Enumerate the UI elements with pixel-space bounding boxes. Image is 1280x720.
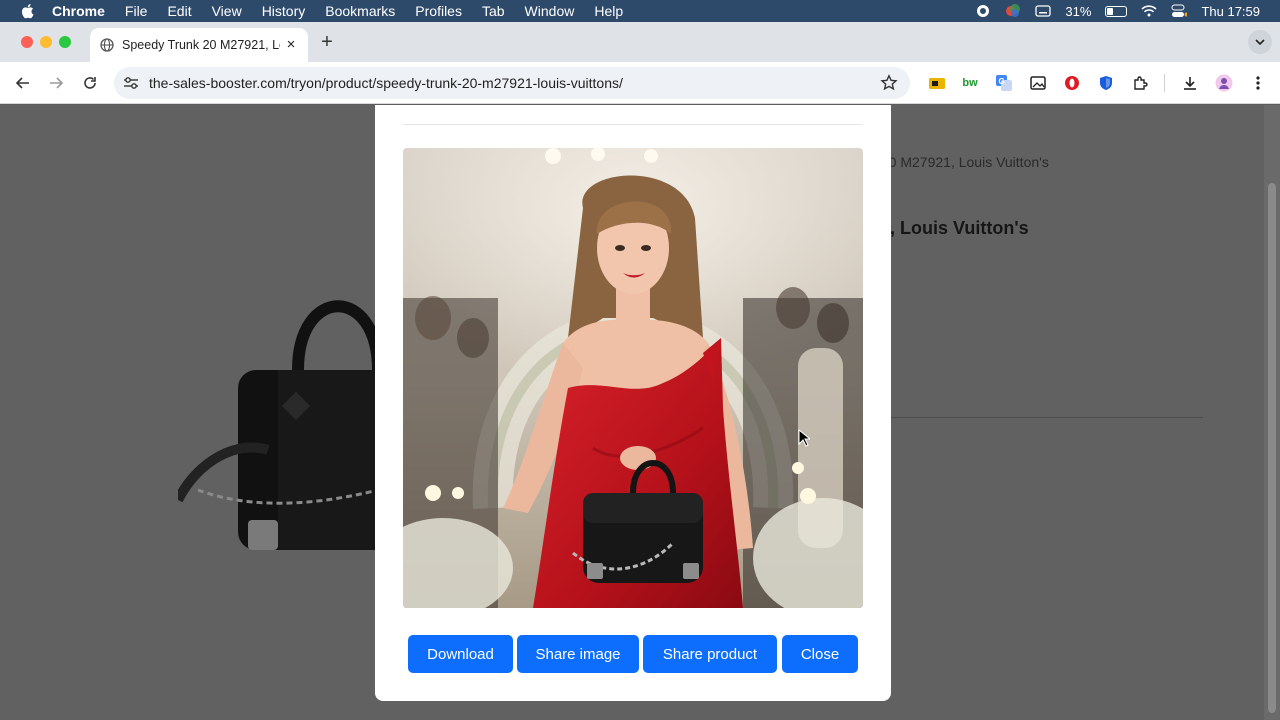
breadcrumb[interactable]: k 20 M27921, Louis Vuitton's xyxy=(870,154,1049,170)
globe-icon xyxy=(100,38,114,52)
back-arrow-icon[interactable] xyxy=(12,72,34,94)
reload-icon[interactable] xyxy=(79,72,101,94)
toolbar-separator xyxy=(1164,74,1165,92)
wifi-icon[interactable] xyxy=(1141,4,1158,18)
scrollbar-thumb[interactable] xyxy=(1268,183,1276,713)
color-app-icon[interactable] xyxy=(1005,4,1021,18)
battery-percent: 31% xyxy=(1065,3,1092,19)
address-bar[interactable]: the-sales-booster.com/tryon/product/spee… xyxy=(114,67,910,99)
close-button[interactable]: Close xyxy=(782,635,858,673)
mouse-cursor-icon xyxy=(798,429,810,447)
tryon-result-image xyxy=(403,148,863,608)
bookmark-star-icon[interactable] xyxy=(880,74,898,92)
google-translate-icon[interactable]: G xyxy=(995,74,1013,92)
url-text[interactable]: the-sales-booster.com/tryon/product/spee… xyxy=(149,75,623,91)
control-center-icon[interactable] xyxy=(1171,4,1188,18)
record-icon[interactable] xyxy=(975,4,991,18)
share-image-button[interactable]: Share image xyxy=(517,635,639,673)
menu-bookmarks[interactable]: Bookmarks xyxy=(325,3,395,19)
menu-window[interactable]: Window xyxy=(525,3,575,19)
image-extension-icon[interactable] xyxy=(1029,74,1047,92)
site-settings-icon[interactable] xyxy=(123,75,139,91)
modal-divider xyxy=(403,124,863,125)
browser-tabstrip: Speedy Trunk 20 M27921, Louis Vuittons ×… xyxy=(0,22,1280,62)
window-minimize-button[interactable] xyxy=(40,36,52,48)
battery-icon[interactable] xyxy=(1105,5,1128,17)
browser-toolbar: the-sales-booster.com/tryon/product/spee… xyxy=(0,62,1280,104)
tab-search-chevron-icon[interactable] xyxy=(1248,30,1272,54)
menu-help[interactable]: Help xyxy=(594,3,623,19)
divider xyxy=(870,417,1203,418)
product-title: 21, Louis Vuitton's xyxy=(870,218,1029,238)
menu-view[interactable]: View xyxy=(212,3,242,19)
tab-close-icon[interactable]: × xyxy=(284,37,298,52)
tryon-result-modal: Download Share image Share product Close xyxy=(375,105,891,701)
tab-title: Speedy Trunk 20 M27921, Louis Vuittons xyxy=(122,38,280,52)
page-scrollbar[interactable] xyxy=(1264,105,1280,720)
menu-profiles[interactable]: Profiles xyxy=(415,3,462,19)
forward-arrow-icon[interactable] xyxy=(45,72,67,94)
menu-file[interactable]: File xyxy=(125,3,148,19)
download-icon[interactable] xyxy=(1181,74,1199,92)
window-zoom-button[interactable] xyxy=(59,36,71,48)
menu-history[interactable]: History xyxy=(262,3,306,19)
window-close-button[interactable] xyxy=(21,36,33,48)
kebab-menu-icon[interactable] xyxy=(1249,74,1267,92)
macos-menubar: Chrome File Edit View History Bookmarks … xyxy=(0,0,1280,22)
profile-avatar[interactable] xyxy=(1215,74,1233,92)
menubar-clock[interactable]: Thu 17:59 xyxy=(1201,4,1260,19)
apple-icon[interactable] xyxy=(20,3,34,19)
menu-app-name[interactable]: Chrome xyxy=(52,3,105,19)
menu-edit[interactable]: Edit xyxy=(167,3,191,19)
keyboard-icon[interactable] xyxy=(1035,4,1052,18)
extension-folder-icon[interactable] xyxy=(928,74,946,92)
product-bag-image xyxy=(178,300,378,550)
tab-active[interactable]: Speedy Trunk 20 M27921, Louis Vuittons × xyxy=(90,28,308,62)
bitwarden-shield-icon[interactable] xyxy=(1097,74,1115,92)
opera-extension-icon[interactable] xyxy=(1063,74,1081,92)
download-button[interactable]: Download xyxy=(408,635,513,673)
new-tab-icon[interactable]: + xyxy=(318,32,336,52)
extensions-puzzle-icon[interactable] xyxy=(1131,74,1149,92)
share-product-button[interactable]: Share product xyxy=(643,635,777,673)
extension-bw-icon[interactable]: bw xyxy=(961,74,979,92)
svg-text:G: G xyxy=(999,77,1005,86)
menu-tab[interactable]: Tab xyxy=(482,3,505,19)
